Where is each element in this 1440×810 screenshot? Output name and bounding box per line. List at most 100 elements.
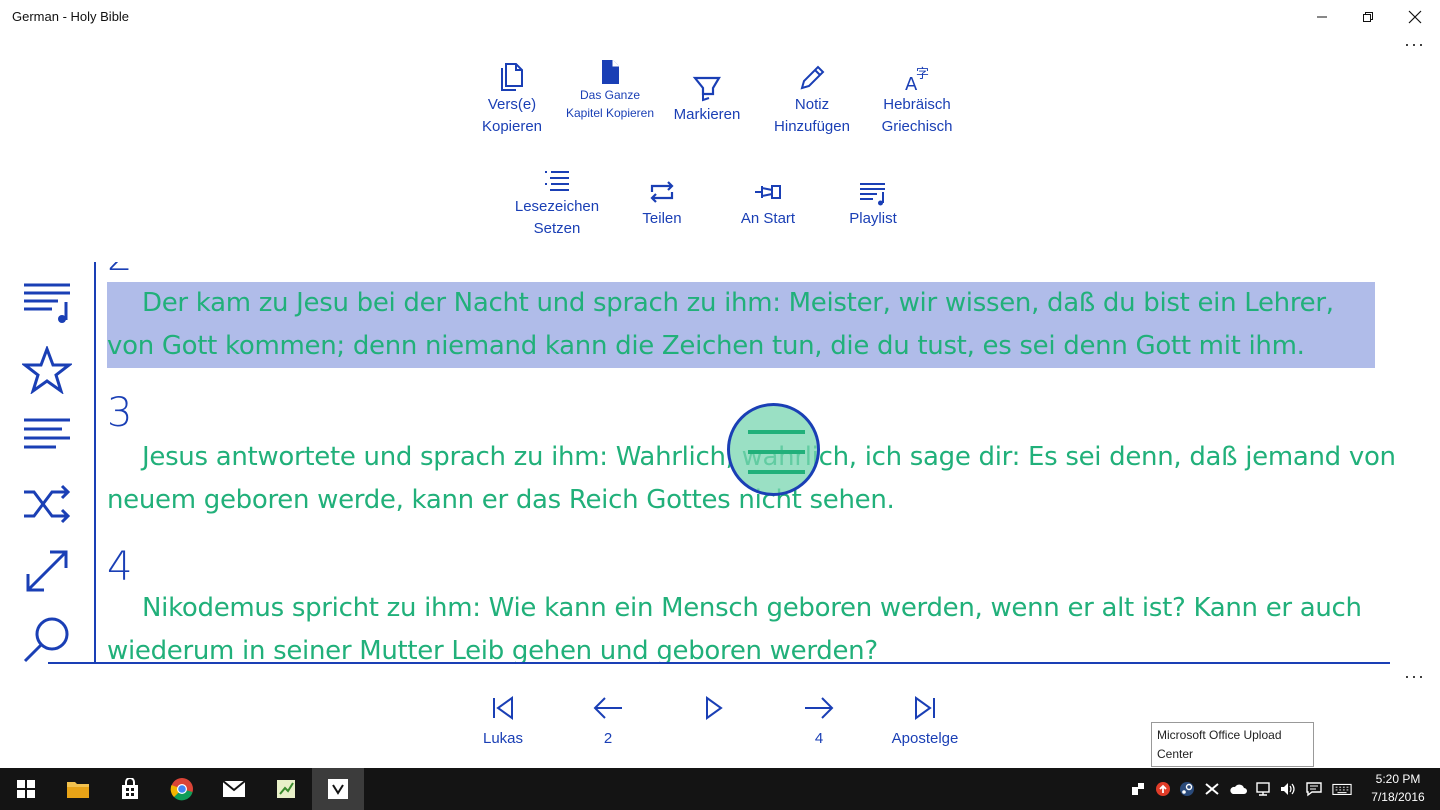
taskbar-mail[interactable] [208, 768, 260, 810]
playlist-button[interactable]: Playlist [823, 176, 923, 230]
sidebar-shuffle[interactable] [22, 484, 72, 534]
bible-app-icon [328, 779, 348, 799]
last-chapter-label: Apostelge [891, 730, 959, 747]
menu-icon [748, 430, 805, 434]
verse-number: 2 [107, 262, 132, 280]
floating-menu-button[interactable] [727, 403, 820, 496]
add-note-label: Notiz Hinzufügen [774, 96, 850, 135]
tray-keyboard[interactable] [1332, 779, 1352, 799]
search-icon [23, 617, 69, 663]
nvidia-icon [1205, 783, 1219, 795]
clock-time: 5:20 PM [1375, 772, 1421, 786]
document-icon [602, 60, 619, 84]
share-button[interactable]: Teilen [612, 176, 712, 230]
notification-icon [1306, 782, 1322, 797]
verse-text[interactable]: Nikodemus spricht zu ihm: Wie kann ein M… [107, 587, 1407, 662]
share-icon [1132, 783, 1144, 795]
playlist-icon [860, 183, 885, 206]
copy-chapter-label: Das Ganze Kapitel Kopieren [565, 88, 655, 120]
highlight-button[interactable]: Markieren [657, 72, 757, 126]
playlist-icon [24, 283, 70, 323]
cloud-icon [1230, 784, 1247, 794]
playlist-label: Playlist [849, 210, 897, 227]
close-button[interactable] [1392, 0, 1438, 34]
sidebar-divider [94, 262, 96, 664]
bottom-divider [48, 662, 1390, 664]
taskbar-file-explorer[interactable] [52, 768, 104, 810]
sidebar-list[interactable] [22, 416, 72, 466]
sidebar-favorites[interactable] [20, 344, 74, 396]
sidebar-playlist[interactable] [22, 280, 72, 330]
taskbar-store[interactable] [104, 768, 156, 810]
more-options-top[interactable]: ··· [1404, 34, 1425, 55]
play-button[interactable] [668, 694, 758, 722]
tooltip-title: Microsoft Office Upload Center [1157, 728, 1282, 761]
volume-icon [1281, 783, 1295, 795]
title-bar: German - Holy Bible [0, 0, 1440, 34]
arrow-left-icon [593, 697, 622, 719]
tray-app[interactable] [1202, 779, 1222, 799]
next-chapter-button[interactable]: 4 [774, 694, 864, 750]
network-icon [1256, 782, 1270, 796]
bookmark-list-icon [545, 171, 569, 191]
set-bookmark-label: Lesezeichen Setzen [514, 198, 600, 237]
pencil-icon [800, 65, 825, 90]
first-chapter-button[interactable]: Lukas [458, 694, 548, 750]
steam-icon [1180, 782, 1194, 796]
add-note-button[interactable]: Notiz Hinzufügen [762, 62, 862, 138]
hebrew-greek-button[interactable]: A 字 Hebräisch Griechisch [867, 62, 967, 138]
keyboard-icon [1332, 783, 1352, 795]
tray-onedrive[interactable] [1228, 779, 1248, 799]
restore-button[interactable] [1345, 0, 1391, 34]
verse-number: 4 [107, 544, 133, 590]
skip-forward-icon [915, 696, 935, 720]
minimize-icon [1317, 16, 1327, 18]
copy-verses-label: Vers(e) Kopieren [481, 96, 543, 135]
pin-to-start-label: An Start [740, 210, 796, 227]
window-title: German - Holy Bible [12, 9, 130, 24]
highlighter-icon [692, 76, 721, 102]
sidebar-fullscreen[interactable] [22, 548, 72, 598]
sidebar-search[interactable] [22, 614, 72, 664]
folder-icon [67, 782, 89, 798]
upload-center-tooltip: Microsoft Office Upload Center No files … [1151, 722, 1314, 780]
copy-verses-button[interactable]: Vers(e) Kopieren [462, 62, 562, 138]
previous-chapter-label: 2 [603, 730, 613, 747]
tray-steam[interactable] [1177, 779, 1197, 799]
svg-text:字: 字 [916, 67, 929, 82]
verse-number: 3 [107, 390, 133, 436]
fullscreen-icon [26, 550, 68, 592]
minimize-button[interactable] [1299, 0, 1345, 34]
taskbar-holy-bible[interactable] [312, 768, 364, 810]
last-chapter-button[interactable]: Apostelge [880, 694, 970, 750]
more-options-bottom[interactable]: ··· [1404, 666, 1425, 687]
taskbar-clock[interactable]: 5:20 PM 7/18/2016 [1362, 770, 1434, 806]
next-chapter-label: 4 [814, 730, 824, 747]
previous-chapter-button[interactable]: 2 [563, 694, 653, 750]
tray-network-share[interactable] [1128, 779, 1148, 799]
tray-action-center[interactable] [1304, 779, 1324, 799]
first-chapter-label: Lukas [482, 730, 524, 747]
highlight-label: Markieren [673, 106, 741, 123]
verse-text-highlighted[interactable]: Der kam zu Jesu bei der Nacht und sprach… [107, 282, 1375, 368]
pin-to-start-button[interactable]: An Start [718, 176, 818, 230]
share-repeat-icon [650, 181, 674, 203]
set-bookmark-button[interactable]: Lesezeichen Setzen [507, 166, 607, 240]
tray-volume[interactable] [1278, 779, 1298, 799]
hebrew-greek-label: Hebräisch Griechisch [881, 96, 953, 135]
start-button[interactable] [0, 768, 52, 810]
copy-icon [501, 63, 523, 91]
arrow-right-icon [805, 697, 834, 719]
windows-logo-icon [17, 780, 35, 798]
share-label: Teilen [642, 210, 682, 227]
taskbar-chrome[interactable] [156, 768, 208, 810]
taskbar-app-green[interactable] [260, 768, 312, 810]
upload-icon [1156, 782, 1170, 796]
tray-upload-center[interactable] [1153, 779, 1173, 799]
close-icon [1408, 10, 1422, 24]
tray-network[interactable] [1253, 779, 1273, 799]
clock-date: 7/18/2016 [1371, 790, 1425, 804]
copy-chapter-button[interactable]: Das Ganze Kapitel Kopieren [560, 58, 660, 122]
mail-icon [222, 780, 246, 797]
pin-icon [755, 185, 781, 199]
